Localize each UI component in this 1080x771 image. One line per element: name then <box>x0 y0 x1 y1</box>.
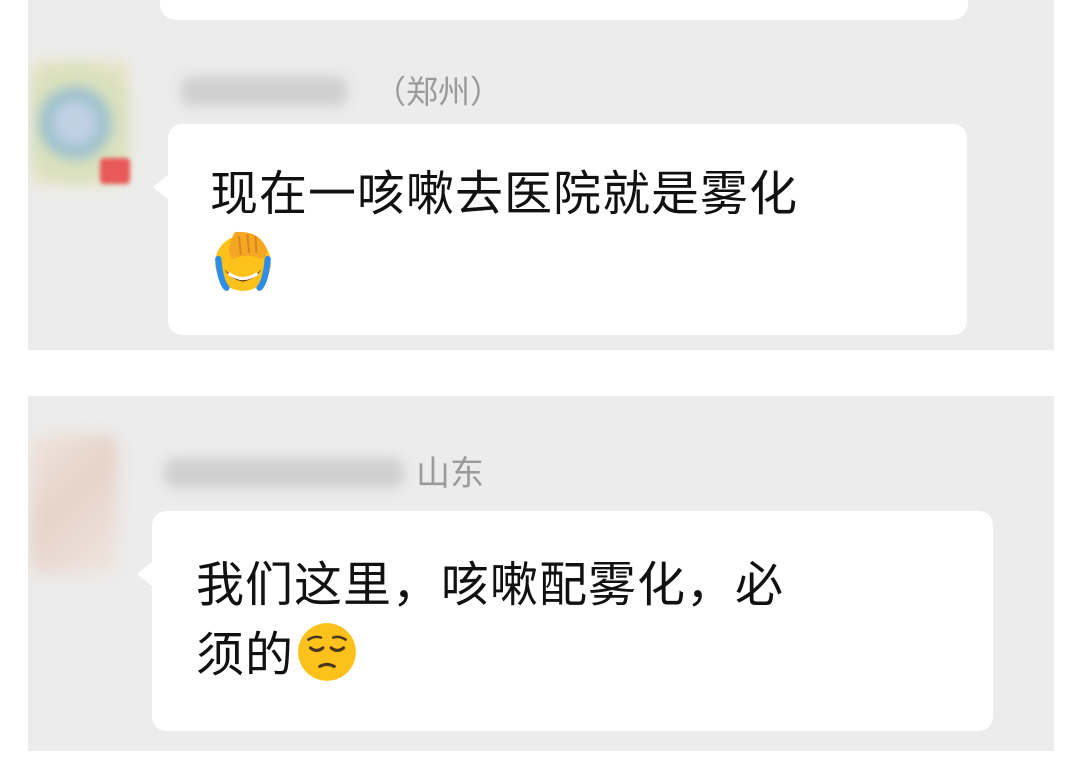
chat-panel-bottom: 山东 我们这里，咳嗽配雾化，必 须的 <box>28 396 1054 751</box>
message-text-line: 现在一咳嗽去医院就是雾化 <box>210 166 799 222</box>
message-text: 我们这里，咳嗽配雾化，必 须的 <box>196 551 976 689</box>
pensive-face-emoji <box>298 623 356 681</box>
sender-region: （郑州） <box>374 73 503 111</box>
message-text: 现在一咳嗽去医院就是雾化 <box>210 160 940 298</box>
sender-region: 山东 <box>416 454 484 494</box>
previous-message-bubble[interactable] <box>160 0 968 20</box>
sender-name-blurred <box>180 76 348 106</box>
face-palm-crying-emoji <box>215 231 271 291</box>
chat-screenshot: （郑州） 现在一咳嗽去医院就是雾化 山东 我们这里，咳嗽配雾化，必 须的 <box>0 0 1080 771</box>
avatar[interactable] <box>30 434 118 574</box>
chat-panel-top: （郑州） 现在一咳嗽去医院就是雾化 <box>28 0 1054 350</box>
message-text-line: 须的 <box>196 627 295 683</box>
message-text-line: 我们这里，咳嗽配雾化，必 <box>196 557 785 613</box>
sender-name-blurred <box>164 458 404 488</box>
avatar-badge <box>100 158 130 184</box>
message-bubble[interactable]: 现在一咳嗽去医院就是雾化 <box>153 124 967 335</box>
message-bubble[interactable]: 我们这里，咳嗽配雾化，必 须的 <box>137 511 993 731</box>
